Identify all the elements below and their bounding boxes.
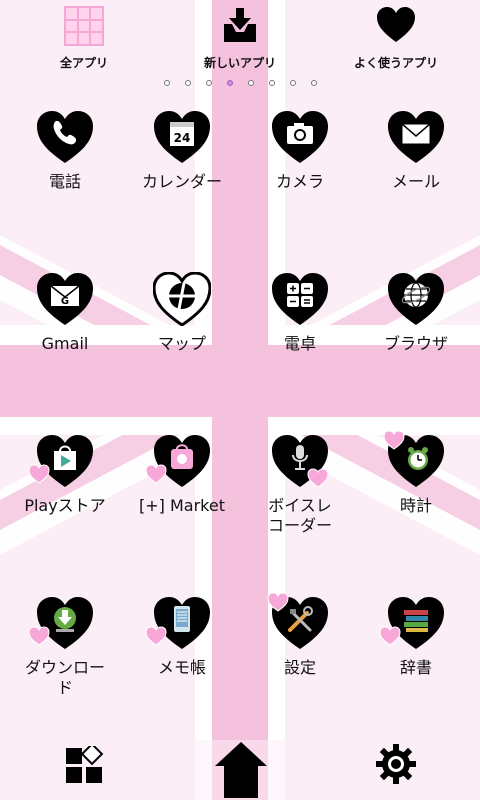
page-dot[interactable] bbox=[185, 80, 191, 86]
app-download[interactable]: ダウンロー ド bbox=[5, 596, 125, 698]
map-icon bbox=[169, 282, 195, 310]
heart-icon bbox=[377, 7, 415, 42]
all-apps-label: 全アプリ bbox=[59, 56, 108, 70]
app-voice-recorder[interactable]: ボイスレ コーダー bbox=[240, 434, 360, 536]
app-camera[interactable]: カメラ bbox=[240, 110, 360, 192]
app-label: 設定 bbox=[283, 658, 316, 677]
app-label-line2: ド bbox=[56, 678, 73, 697]
page-dot[interactable] bbox=[311, 80, 317, 86]
download-icon bbox=[54, 607, 76, 632]
page-indicator bbox=[0, 80, 480, 88]
app-label: メール bbox=[391, 172, 440, 191]
all-apps-button[interactable]: 全アプリ bbox=[24, 6, 144, 71]
mail-icon bbox=[401, 123, 431, 145]
app-calendar[interactable]: 24 カレンダー bbox=[122, 110, 242, 192]
dock bbox=[0, 738, 480, 800]
app-label-line2: コーダー bbox=[267, 516, 332, 535]
app-label: カレンダー bbox=[141, 172, 222, 191]
app-calculator[interactable]: 電卓 bbox=[240, 272, 360, 354]
app-dictionary[interactable]: 辞書 bbox=[356, 596, 476, 678]
market-icon bbox=[171, 444, 193, 469]
app-label: カメラ bbox=[275, 172, 324, 191]
app-map[interactable]: マップ bbox=[122, 272, 242, 354]
app-memo[interactable]: メモ帳 bbox=[122, 596, 242, 678]
memo-icon bbox=[174, 606, 190, 632]
app-gmail[interactable]: G Gmail bbox=[5, 272, 125, 354]
top-bar: 全アプリ 新しいアプリ よく使うアプリ bbox=[0, 0, 480, 80]
new-apps-label: 新しいアプリ bbox=[203, 56, 276, 70]
calendar-icon: 24 bbox=[170, 122, 194, 146]
app-mail[interactable]: メール bbox=[356, 110, 476, 192]
calculator-icon bbox=[287, 283, 313, 307]
app-label: 時計 bbox=[399, 496, 432, 515]
app-clock[interactable]: 時計 bbox=[356, 430, 476, 516]
pink-heart-icon bbox=[307, 468, 329, 488]
pink-heart-icon bbox=[267, 592, 289, 612]
favorite-apps-button[interactable]: よく使うアプリ bbox=[336, 6, 456, 71]
app-market[interactable]: [+] Market bbox=[122, 434, 242, 516]
app-label: Playストア bbox=[24, 496, 106, 515]
play-store-icon bbox=[54, 445, 76, 470]
dictionary-icon bbox=[404, 610, 428, 632]
page-dot[interactable] bbox=[248, 80, 254, 86]
pink-heart-icon bbox=[383, 430, 405, 450]
svg-text:G: G bbox=[61, 296, 69, 307]
camera-icon bbox=[287, 123, 313, 144]
app-label: [+] Market bbox=[139, 496, 225, 515]
inbox-download-icon bbox=[224, 8, 256, 42]
app-label-line1: ダウンロー bbox=[24, 658, 105, 677]
app-label: ブラウザ bbox=[383, 334, 448, 353]
app-label: 電卓 bbox=[283, 334, 316, 353]
app-label: Gmail bbox=[41, 334, 89, 353]
favorite-apps-label: よく使うアプリ bbox=[353, 56, 438, 70]
app-label: メモ帳 bbox=[157, 658, 206, 677]
page-dot-active[interactable] bbox=[227, 80, 233, 86]
alarm-clock-icon bbox=[408, 447, 428, 470]
app-phone[interactable]: 電話 bbox=[5, 110, 125, 192]
page-dot[interactable] bbox=[290, 80, 296, 86]
page-dot[interactable] bbox=[269, 80, 275, 86]
app-label: 辞書 bbox=[399, 658, 432, 677]
gear-icon[interactable] bbox=[376, 744, 416, 784]
calendar-date: 24 bbox=[174, 131, 191, 145]
pink-heart-icon bbox=[28, 626, 50, 646]
page-dot[interactable] bbox=[164, 80, 170, 86]
new-apps-button[interactable]: 新しいアプリ bbox=[180, 6, 300, 71]
app-label: マップ bbox=[157, 334, 206, 353]
grid-icon bbox=[64, 6, 104, 46]
pink-heart-icon bbox=[145, 626, 167, 646]
settings-tools-icon bbox=[288, 606, 313, 632]
app-settings[interactable]: 設定 bbox=[240, 592, 360, 678]
pink-heart-icon bbox=[379, 626, 401, 646]
page-dot[interactable] bbox=[206, 80, 212, 86]
pink-heart-icon bbox=[28, 464, 50, 484]
app-label: 電話 bbox=[48, 172, 81, 191]
app-browser[interactable]: ブラウザ bbox=[356, 272, 476, 354]
app-play-store[interactable]: Playストア bbox=[5, 434, 125, 516]
phone-icon bbox=[53, 120, 77, 145]
pink-heart-icon bbox=[145, 464, 167, 484]
gmail-icon: G bbox=[50, 285, 80, 307]
app-label-line1: ボイスレ bbox=[268, 496, 332, 515]
app-drawer-icon[interactable] bbox=[66, 746, 104, 784]
globe-icon bbox=[401, 282, 431, 308]
home-icon[interactable] bbox=[214, 740, 268, 798]
